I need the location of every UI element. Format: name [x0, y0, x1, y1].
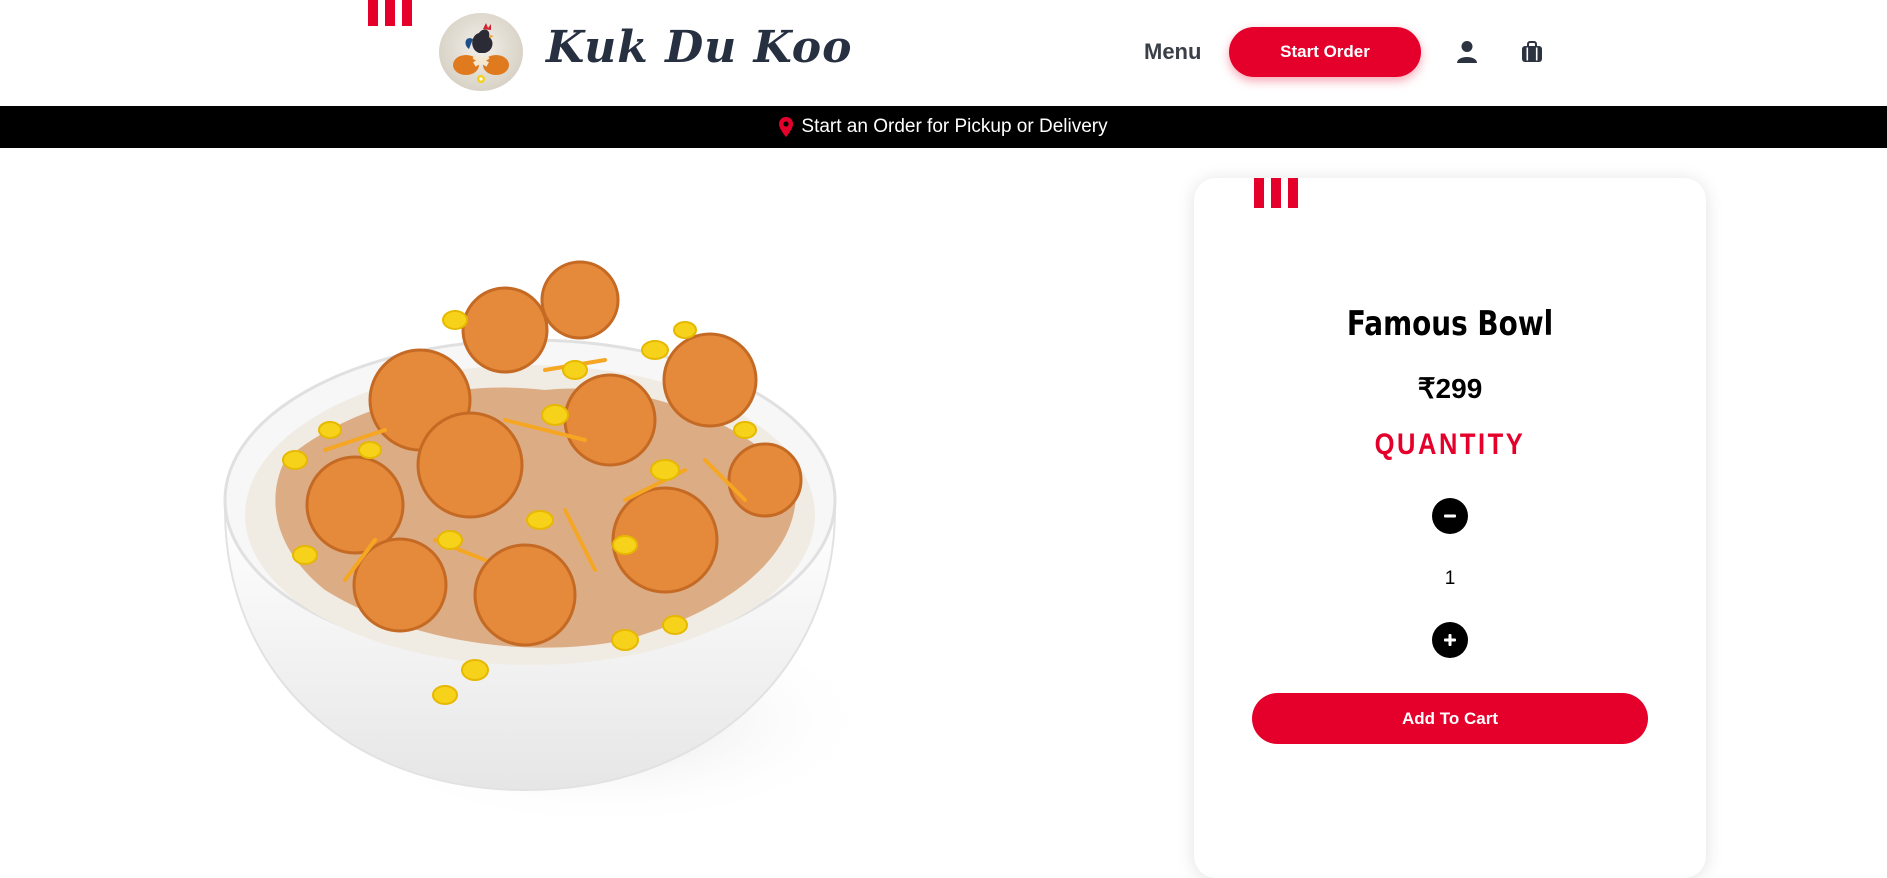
start-order-button[interactable]: Start Order	[1229, 27, 1421, 77]
shopping-bag-icon[interactable]	[1518, 38, 1546, 66]
decrease-quantity-button[interactable]	[1432, 498, 1468, 534]
product-card: Famous Bowl ₹299 QUANTITY 1 Add To Cart	[1194, 178, 1706, 878]
add-to-cart-button[interactable]: Add To Cart	[1252, 693, 1648, 744]
quantity-label: QUANTITY	[1374, 428, 1526, 461]
product-price: ₹299	[1417, 373, 1483, 404]
quantity-value: 1	[1444, 568, 1456, 589]
site-header: Kuk Du Koo Menu Start Order	[0, 0, 1887, 106]
minus-icon	[1444, 514, 1456, 518]
card-stripes-decoration	[1254, 178, 1298, 208]
location-pin-icon	[779, 117, 794, 137]
banner-text: Start an Order for Pickup or Delivery	[801, 116, 1108, 137]
header-stripes-decoration	[368, 0, 412, 26]
plus-icon	[1444, 634, 1456, 646]
rooster-logo-icon	[453, 23, 509, 83]
increase-quantity-button[interactable]	[1432, 622, 1468, 658]
brand-name[interactable]: Kuk Du Koo	[546, 22, 853, 73]
user-icon[interactable]	[1453, 38, 1481, 66]
nav-menu-link[interactable]: Menu	[1144, 39, 1201, 65]
brand-logo[interactable]	[439, 13, 523, 91]
product-image	[205, 250, 885, 844]
product-title: Famous Bowl	[1346, 304, 1554, 344]
order-banner[interactable]: Start an Order for Pickup or Delivery	[0, 106, 1887, 148]
